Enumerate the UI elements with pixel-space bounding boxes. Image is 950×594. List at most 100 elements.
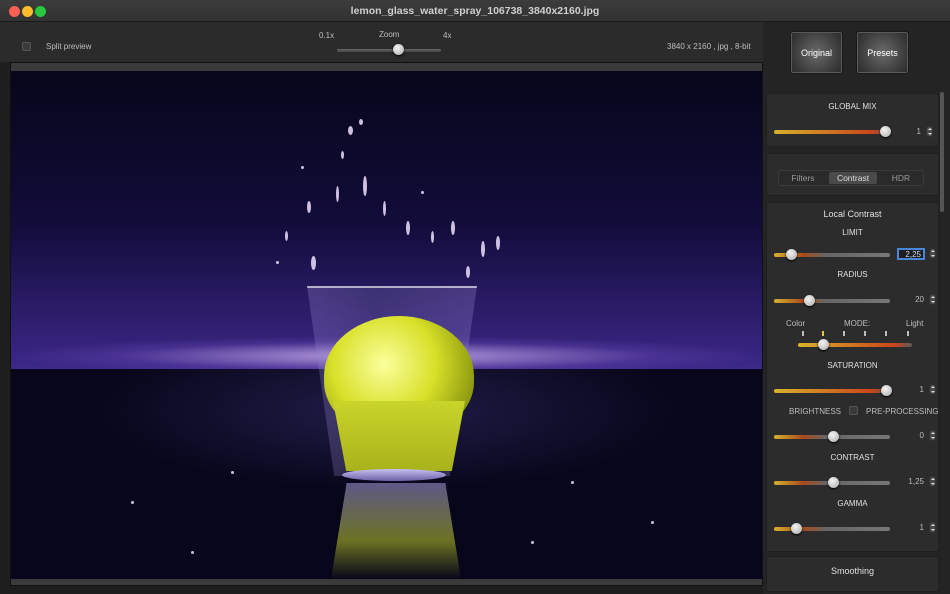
saturation-value[interactable]: 1 [894,385,924,394]
saturation-slider-track[interactable] [774,389,890,393]
mode-color-label: Color [786,319,806,328]
splash-drop [406,221,410,235]
glass-base [342,469,446,481]
mode-tabs: Filters Contrast HDR [778,170,924,186]
tab-hdr[interactable]: HDR [881,172,921,184]
splash-drop [363,176,367,196]
global-mix-slider-knob[interactable] [880,126,891,137]
local-contrast-title: Local Contrast [823,209,882,219]
brightness-slider-knob[interactable] [828,431,839,442]
mode-label: MODE: [844,319,871,328]
contrast-slider-knob[interactable] [828,477,839,488]
pre-processing-label: PRE-PROCESSING [866,407,939,416]
window-title: lemon_glass_water_spray_106738_3840x2160… [350,5,600,17]
radius-slider-knob[interactable] [804,295,815,306]
presets-button[interactable]: Presets [856,31,909,74]
global-mix-section: GLOBAL MIX 1 [766,93,939,147]
splash-drop [451,221,455,235]
saturation-slider-knob[interactable] [881,385,892,396]
limit-stepper[interactable] [929,248,936,259]
adjustments-panel: Original Presets GLOBAL MIX 1 Filters Co… [763,22,950,594]
splash-drop [466,266,470,278]
splash-drop [336,186,339,202]
mode-tick [822,331,824,336]
table-drop [531,541,534,544]
split-preview-label: Split preview [46,42,92,51]
limit-label: LIMIT [842,228,863,237]
splash-drop [421,191,424,194]
splash-drop [285,231,288,241]
mode-tick [907,331,909,336]
liquid [333,401,465,471]
gamma-label: GAMMA [837,499,868,508]
canvas-bottom-strip [11,579,762,585]
saturation-label: SATURATION [827,361,878,370]
radius-value[interactable]: 20 [894,295,924,304]
radius-label: RADIUS [837,270,868,279]
gamma-stepper[interactable] [929,522,936,533]
zoom-max-label: 4x [443,31,452,40]
table-drop [131,501,134,504]
splash-drop [307,201,311,213]
glass-reflection [331,483,461,579]
mode-tick [802,331,804,336]
limit-slider-knob[interactable] [786,249,797,260]
smoothing-section[interactable]: Smoothing [766,556,939,592]
gamma-slider-knob[interactable] [791,523,802,534]
mode-tick [864,331,866,336]
radius-stepper[interactable] [929,294,936,305]
smoothing-title: Smoothing [830,566,875,576]
brightness-value[interactable]: 0 [894,431,924,440]
split-preview-checkbox[interactable] [22,42,31,51]
radius-slider-track[interactable] [774,299,890,303]
splash-drop [496,236,500,250]
global-mix-slider-track[interactable] [774,130,890,134]
splash-drop [383,201,386,216]
zoom-slider-knob[interactable] [393,44,404,55]
global-mix-label: GLOBAL MIX [828,102,877,111]
global-mix-stepper[interactable] [926,126,933,137]
splash-drop [359,119,363,125]
mode-tick [885,331,887,336]
splash-drop [431,231,434,243]
splash-drop [481,241,485,257]
contrast-value[interactable]: 1,25 [894,477,924,486]
panel-scrollbar[interactable] [940,92,944,212]
zoom-label: Zoom [379,30,400,39]
preview-photo[interactable] [11,71,762,579]
tab-contrast[interactable]: Contrast [829,172,877,184]
global-mix-value[interactable]: 1 [891,127,921,136]
zoom-min-label: 0.1x [319,31,335,40]
table-drop [571,481,574,484]
splash-drop [276,261,279,264]
mode-slider-track[interactable] [798,343,912,347]
zoom-slider-track[interactable] [337,49,441,52]
brightness-label: BRIGHTNESS [789,407,842,416]
table-drop [231,471,234,474]
table-drop [651,521,654,524]
limit-value-field[interactable]: 2,25 [897,248,925,260]
preview-toolbar: Split preview 0.1x Zoom 4x 3840 x 2160 ,… [0,22,763,62]
mode-light-label: Light [906,319,924,328]
tab-filters[interactable]: Filters [783,172,823,184]
table-drop [191,551,194,554]
mode-tick [843,331,845,336]
pre-processing-checkbox[interactable] [849,406,858,415]
splash-drop [311,256,316,270]
canvas-top-strip [11,63,762,71]
contrast-label: CONTRAST [830,453,875,462]
saturation-stepper[interactable] [929,384,936,395]
local-contrast-section: Local Contrast LIMIT 2,25 RADIUS 20 Colo… [766,202,939,552]
title-bar: lemon_glass_water_spray_106738_3840x2160… [0,0,950,22]
contrast-stepper[interactable] [929,476,936,487]
image-info: 3840 x 2160 , jpg , 8-bit [667,42,751,51]
original-button[interactable]: Original [790,31,843,74]
splash-drop [348,126,353,135]
splash-drop [301,166,304,169]
gamma-value[interactable]: 1 [894,523,924,532]
tabs-section: Filters Contrast HDR [766,153,939,196]
splash-drop [341,151,344,159]
mode-slider-knob[interactable] [818,339,829,350]
image-canvas[interactable] [10,62,763,586]
brightness-stepper[interactable] [929,430,936,441]
